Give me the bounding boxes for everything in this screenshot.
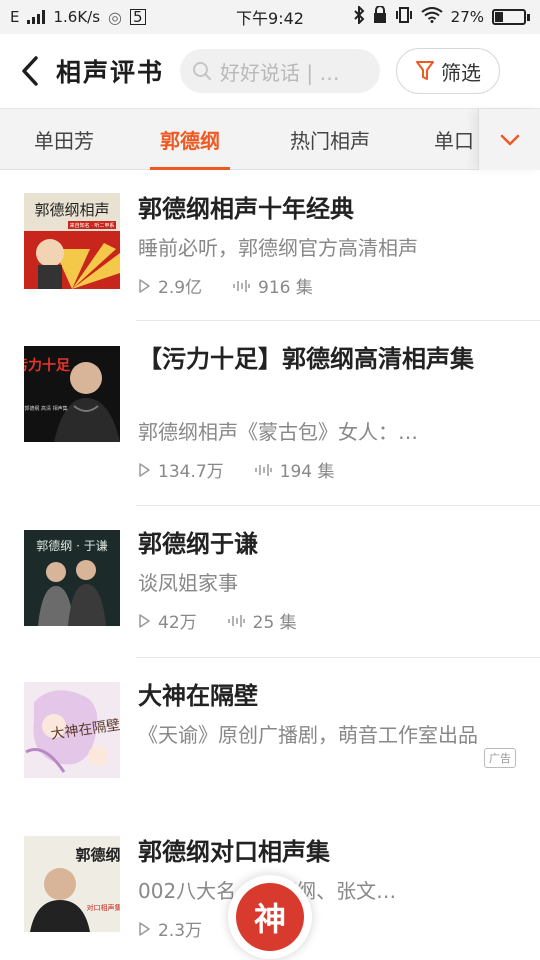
list-item[interactable]: 郭德纲 · 于谦 郭德纲于谦 谈凤姐家事 42万 25 集 xyxy=(0,506,540,658)
tab-hot-xiangsheng[interactable]: 热门相声 xyxy=(270,109,390,170)
cover-art: 污力十足 郭德纲 高清 相声集 xyxy=(24,346,120,442)
tab-label: 热门相声 xyxy=(290,129,370,153)
tab-label: 郭德纲 xyxy=(160,129,220,153)
album-meta: 134.7万 194 集 xyxy=(138,457,335,482)
now-playing-cover: 神 xyxy=(236,883,304,951)
svg-text:郭德纲相声: 郭德纲相声 xyxy=(34,201,109,219)
svg-text:郭德纲 · 于谦: 郭德纲 · 于谦 xyxy=(36,538,107,553)
album-description: 郭德纲相声《蒙古包》女人：… xyxy=(138,420,418,444)
category-tabs: 单田芳 郭德纲 热门相声 单口 xyxy=(0,108,540,170)
filter-icon xyxy=(416,61,435,80)
now-playing-label: 神 xyxy=(253,900,286,938)
episode-count: 194 集 xyxy=(279,462,335,482)
cover-art: 大神在隔壁 xyxy=(24,682,120,778)
play-count-icon xyxy=(139,278,150,293)
chevron-down-icon xyxy=(500,134,519,145)
album-title: 【污力十足】郭德纲高清相声集 xyxy=(138,344,474,373)
album-description: 谈凤姐家事 xyxy=(138,571,238,595)
play-count-icon xyxy=(139,613,150,628)
album-meta: 42万 25 集 xyxy=(138,608,297,633)
more-tabs-button[interactable] xyxy=(478,109,540,170)
album-meta: 2.9亿 916 集 xyxy=(138,273,313,298)
episode-count-icon xyxy=(254,463,272,476)
album-title: 郭德纲对口相声集 xyxy=(138,837,330,866)
tab-guodegang[interactable]: 郭德纲 xyxy=(140,109,240,170)
album-cover: 大神在隔壁 xyxy=(24,682,120,778)
cover-art: 郭德纲 · 于谦 xyxy=(24,530,120,626)
cover-art: 郭德纲相声 来自知名 · 听二甲系 xyxy=(24,193,120,289)
album-title: 郭德纲于谦 xyxy=(138,529,258,558)
album-description: 002八大名…郭德纲、张文… xyxy=(138,876,498,906)
back-button[interactable] xyxy=(12,51,48,91)
play-count: 2.9亿 xyxy=(158,278,203,298)
album-cover: 郭德纲 对口相声集 xyxy=(24,836,120,932)
filter-label: 筛选 xyxy=(441,60,482,85)
album-title: 郭德纲相声十年经典 xyxy=(138,194,354,223)
svg-text:污力十足: 污力十足 xyxy=(24,357,71,374)
mini-player-button[interactable]: 神 xyxy=(228,875,312,959)
tab-dantianfang[interactable]: 单田芳 xyxy=(0,109,128,170)
album-description: 《天谕》原创广播剧，萌音工作室出品 xyxy=(138,723,478,747)
list-item-ad[interactable]: 大神在隔壁 大神在隔壁 《天谕》原创广播剧，萌音工作室出品 广告 xyxy=(0,658,540,816)
search-icon xyxy=(193,62,212,80)
play-count: 42万 xyxy=(158,613,197,633)
search-input[interactable]: 好好说话 | … xyxy=(180,49,381,93)
status-bar: E 1.6K/s ◎ 5 下午9:42 27% xyxy=(0,0,540,34)
vibrate-icon xyxy=(395,6,413,28)
page-title: 相声评书 xyxy=(56,58,165,87)
play-count: 134.7万 xyxy=(158,462,224,482)
svg-text:郭德纲 高清 相声集: 郭德纲 高清 相声集 xyxy=(24,405,67,412)
filter-button[interactable]: 筛选 xyxy=(396,48,501,94)
carrier-label: E xyxy=(10,8,20,26)
tab-label: 单田芳 xyxy=(34,129,94,153)
album-title: 大神在隔壁 xyxy=(138,681,258,710)
svg-text:郭德纲: 郭德纲 xyxy=(75,846,120,864)
list-item[interactable]: 污力十足 郭德纲 高清 相声集 【污力十足】郭德纲高清相声集 郭德纲相声《蒙古包… xyxy=(0,321,540,506)
svg-text:来自知名 · 听二甲系: 来自知名 · 听二甲系 xyxy=(70,222,115,229)
album-cover: 污力十足 郭德纲 高清 相声集 xyxy=(24,346,120,442)
net-speed: 1.6K/s xyxy=(53,8,101,26)
episode-count: 916 集 xyxy=(258,278,313,298)
svg-text:对口相声集: 对口相声集 xyxy=(87,903,121,912)
play-count-icon xyxy=(139,921,150,936)
header: 相声评书 好好说话 | … 筛选 xyxy=(0,34,540,108)
play-count-icon xyxy=(139,462,150,477)
ad-badge: 广告 xyxy=(484,748,516,768)
tab-active-indicator xyxy=(150,167,230,170)
battery-icon xyxy=(492,9,530,25)
cover-art: 郭德纲 对口相声集 xyxy=(24,836,120,932)
episode-count-icon xyxy=(233,279,250,292)
chevron-left-icon xyxy=(22,56,38,86)
signal-icon xyxy=(27,10,46,24)
episode-count-icon xyxy=(227,614,245,627)
episode-count: 25 集 xyxy=(252,613,297,633)
list-item[interactable]: 郭德纲相声 来自知名 · 听二甲系 郭德纲相声十年经典 睡前必听，郭德纲官方高清… xyxy=(0,171,540,321)
battery-percent: 27% xyxy=(450,8,484,26)
album-description: 睡前必听，郭德纲官方高清相声 xyxy=(138,236,418,260)
lock-icon xyxy=(373,5,387,28)
screenshot-icon: 5 xyxy=(130,9,146,25)
search-placeholder: 好好说话 | … xyxy=(220,60,340,85)
album-meta: 2.3万 xyxy=(138,916,202,941)
bluetooth-icon xyxy=(353,4,365,28)
tab-label: 单口 xyxy=(434,129,474,153)
play-count: 2.3万 xyxy=(158,921,203,941)
status-right: 27% xyxy=(353,4,530,28)
status-left: E 1.6K/s ◎ 5 xyxy=(10,8,146,27)
album-cover: 郭德纲相声 来自知名 · 听二甲系 xyxy=(24,193,120,289)
album-cover: 郭德纲 · 于谦 xyxy=(24,530,120,626)
wifi-icon xyxy=(421,7,443,27)
wechat-icon: ◎ xyxy=(108,7,123,27)
